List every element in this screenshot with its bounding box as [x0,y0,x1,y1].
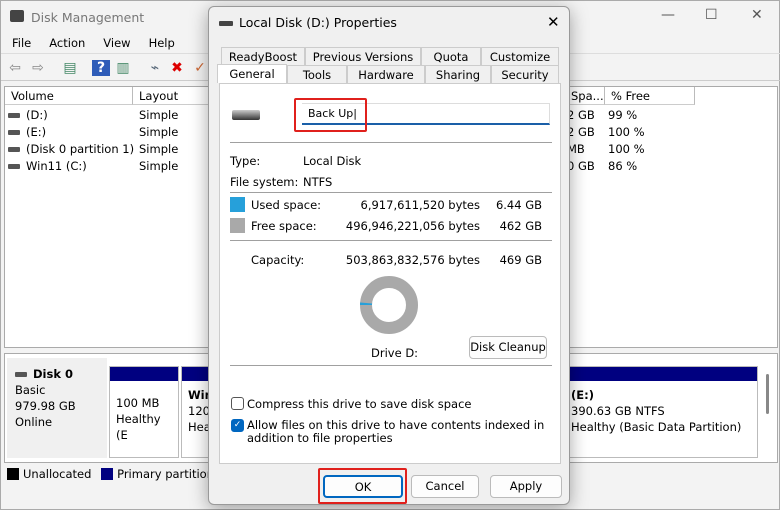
col-volume[interactable]: Volume [5,87,133,105]
free-label: Free space: [251,219,317,233]
capacity-gb: 469 GB [499,253,542,267]
console-tree-icon[interactable]: ▤ [61,60,79,76]
free-swatch [230,218,245,233]
action-pane-icon[interactable]: ▥ [114,60,132,76]
used-gb: 6.44 GB [495,198,542,212]
disk-management-icon [10,10,24,22]
partition-e[interactable]: (E:) 390.63 GB NTFS Healthy (Basic Data Pa… [550,366,758,458]
usage-donut [360,276,418,334]
delete-icon[interactable]: ✖ [168,60,186,76]
drive-icon [8,130,20,135]
drive-icon [8,147,20,152]
tab-sharing[interactable]: Sharing [425,65,491,83]
col-layout[interactable]: Layout [133,87,213,105]
type-value: Local Disk [303,154,362,168]
drive-icon [15,372,27,377]
drive-label: Drive D: [371,346,419,360]
menu-action[interactable]: Action [49,36,85,50]
compress-label: Compress this drive to save disk space [247,397,472,411]
disk-cleanup-button[interactable]: Disk Cleanup [469,336,547,359]
fs-label: File system: [230,175,299,189]
primary-swatch [101,468,114,480]
fs-value: NTFS [303,175,333,189]
drive-icon [8,113,20,118]
close-button[interactable]: ✕ [751,7,763,23]
maximize-button[interactable]: ☐ [705,7,718,23]
highlight-box [318,468,407,504]
compress-checkbox[interactable] [231,397,244,410]
tab-hardware[interactable]: Hardware [347,65,425,83]
unallocated-swatch [7,468,19,480]
col-free[interactable]: % Free [605,87,695,105]
properties-icon[interactable]: ✓ [191,60,209,76]
type-label: Type: [230,154,261,168]
drive-icon [8,164,20,169]
minimize-button[interactable]: — [661,7,675,23]
help-icon[interactable]: ? [92,60,110,76]
used-label: Used space: [251,198,322,212]
used-bytes: 6,917,611,520 bytes [360,198,480,212]
tab-customize[interactable]: Customize [481,47,559,65]
partition-efi[interactable]: 100 MB Healthy (E [109,366,179,458]
legend: Unallocated Primary partition [7,467,214,481]
dialog-title: Local Disk (D:) Properties [239,15,397,30]
disk-0-info[interactable]: Disk 0 Basic 979.98 GB Online [7,358,107,458]
dialog-close-button[interactable]: ✕ [547,13,560,31]
tab-security[interactable]: Security [491,65,559,83]
apply-button[interactable]: Apply [490,475,562,498]
free-gb: 462 GB [499,219,542,233]
donut-free [360,276,418,334]
tab-general[interactable]: General [217,64,287,83]
back-icon[interactable]: ⇦ [6,60,24,76]
tab-tools[interactable]: Tools [287,65,347,83]
menu-view[interactable]: View [103,36,130,50]
index-label: Allow files on this drive to have conten… [247,418,545,445]
scrollbar[interactable] [766,374,769,414]
drive-icon [232,110,260,120]
menu-help[interactable]: Help [149,36,175,50]
col-space[interactable]: Spa... [565,87,605,105]
tab-quota[interactable]: Quota [421,47,481,65]
window-title: Disk Management [31,10,145,25]
tab-previous-versions[interactable]: Previous Versions [305,47,421,65]
menu-file[interactable]: File [12,36,31,50]
highlight-box [294,98,367,132]
connect-icon[interactable]: ⌁ [146,60,164,76]
forward-icon[interactable]: ⇨ [29,60,47,76]
capacity-bytes: 503,863,832,576 bytes [345,253,480,267]
drive-icon [219,21,233,26]
tab-readyboost[interactable]: ReadyBoost [221,47,305,65]
used-swatch [230,197,245,212]
free-bytes: 496,946,221,056 bytes [345,219,480,233]
general-panel: Back Up| Type: Local Disk File system: N… [219,83,561,464]
index-checkbox[interactable]: ✓ [231,419,244,432]
capacity-label: Capacity: [251,253,305,267]
cancel-button[interactable]: Cancel [411,475,479,498]
